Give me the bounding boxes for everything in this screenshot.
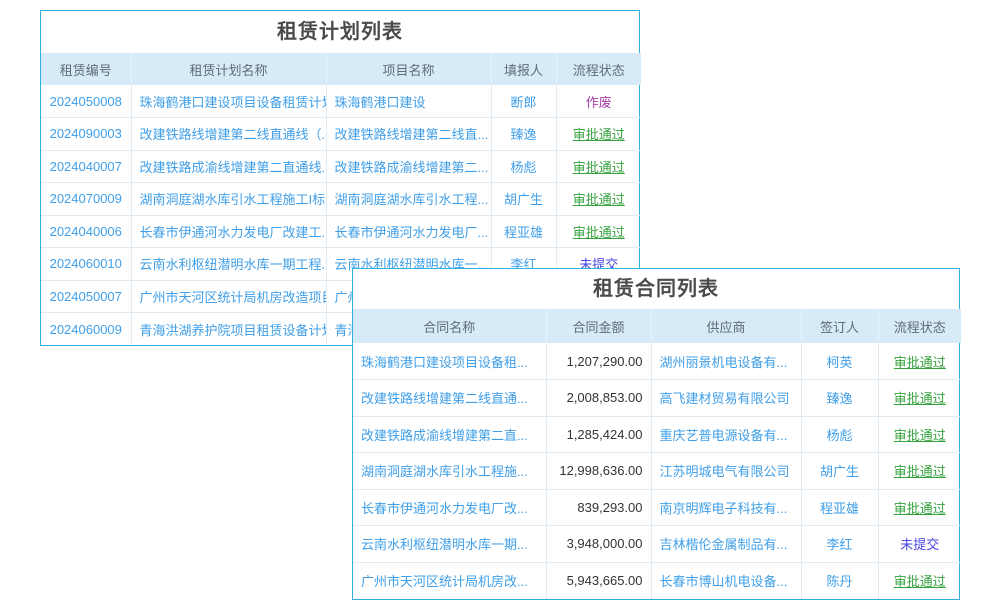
- table-row: 云南水利枢纽潜明水库一期... 3,948,000.00 吉林楷伦金属制品有... 李…: [353, 526, 961, 563]
- signer-cell[interactable]: 胡广生: [820, 464, 859, 479]
- column-header-plan-name: 租赁计划名称: [131, 53, 326, 85]
- table-row: 改建铁路线增建第二线直通... 2,008,853.00 高飞建材贸易有限公司 臻逸 审…: [353, 380, 961, 417]
- table-row: 珠海鹤港口建设项目设备租... 1,207,290.00 湖州丽景机电设备有... 柯…: [353, 343, 961, 380]
- process-status-cell[interactable]: 审批通过: [894, 464, 946, 479]
- lease-contract-header-row: 合同名称合同金额供应商签订人流程状态: [353, 309, 961, 343]
- project-name-cell[interactable]: 长春市伊通河水力发电厂...: [335, 225, 489, 240]
- table-row: 改建铁路成渝线增建第二直... 1,285,424.00 重庆艺普电源设备有... 杨…: [353, 416, 961, 453]
- project-name-cell[interactable]: 湖南洞庭湖水库引水工程...: [335, 192, 489, 207]
- process-status-cell[interactable]: 审批通过: [573, 225, 625, 240]
- contract-name-cell[interactable]: 湖南洞庭湖水库引水工程施...: [361, 464, 528, 479]
- filler-cell[interactable]: 臻逸: [510, 127, 536, 142]
- plan-name-cell[interactable]: 广州市天河区统计局机房改造项目: [140, 290, 327, 305]
- table-row: 广州市天河区统计局机房改... 5,943,665.00 长春市博山机电设备... 陈…: [353, 562, 961, 599]
- plan-name-cell[interactable]: 云南水利枢纽潜明水库一期工程...: [140, 257, 327, 272]
- lease-id-cell[interactable]: 2024040006: [50, 224, 122, 239]
- column-header-lease-id: 租赁编号: [41, 53, 131, 85]
- project-name-cell[interactable]: 珠海鹤港口建设: [335, 95, 426, 110]
- contract-amount-cell: 12,998,636.00: [559, 463, 642, 478]
- contract-amount-cell: 2,008,853.00: [567, 390, 643, 405]
- lease-id-cell[interactable]: 2024070009: [50, 191, 122, 206]
- lease-plan-panel-title: 租赁计划列表: [41, 11, 639, 53]
- contract-amount-cell: 839,293.00: [577, 500, 642, 515]
- column-header-signer: 签订人: [801, 309, 878, 343]
- plan-name-cell[interactable]: 改建铁路成渝线增建第二直通线...: [140, 160, 327, 175]
- filler-cell[interactable]: 程亚雄: [504, 225, 543, 240]
- filler-cell[interactable]: 断郎: [510, 95, 536, 110]
- filler-cell[interactable]: 杨彪: [510, 160, 536, 175]
- table-row: 长春市伊通河水力发电厂改... 839,293.00 南京明辉电子科技有... 程亚雄…: [353, 489, 961, 526]
- contract-amount-cell: 1,207,290.00: [567, 354, 643, 369]
- filler-cell[interactable]: 胡广生: [504, 192, 543, 207]
- contract-amount-cell: 3,948,000.00: [567, 536, 643, 551]
- process-status-cell[interactable]: 审批通过: [573, 192, 625, 207]
- process-status-cell[interactable]: 审批通过: [573, 160, 625, 175]
- process-status-cell[interactable]: 审批通过: [894, 355, 946, 370]
- supplier-cell[interactable]: 吉林楷伦金属制品有...: [660, 537, 788, 552]
- signer-cell[interactable]: 陈丹: [826, 574, 852, 589]
- lease-id-cell[interactable]: 2024040007: [50, 159, 122, 174]
- signer-cell[interactable]: 李红: [826, 537, 852, 552]
- process-status-cell[interactable]: 审批通过: [894, 501, 946, 516]
- supplier-cell[interactable]: 长春市博山机电设备...: [660, 574, 788, 589]
- column-header-project-name: 项目名称: [326, 53, 491, 85]
- signer-cell[interactable]: 臻逸: [826, 391, 852, 406]
- column-header-process-status: 流程状态: [878, 309, 961, 343]
- column-header-filler: 填报人: [491, 53, 556, 85]
- lease-id-cell[interactable]: 2024050008: [50, 94, 122, 109]
- process-status-cell[interactable]: 审批通过: [894, 574, 946, 589]
- table-row: 湖南洞庭湖水库引水工程施... 12,998,636.00 江苏明城电气有限公司 胡广…: [353, 453, 961, 490]
- contract-amount-cell: 1,285,424.00: [567, 427, 643, 442]
- table-row: 2024050008 珠海鹤港口建设项目设备租赁计划珠海鹤港口建设 断郎 作废: [41, 85, 641, 118]
- supplier-cell[interactable]: 高飞建材贸易有限公司: [660, 391, 790, 406]
- lease-plan-header-row: 租赁编号租赁计划名称项目名称填报人流程状态: [41, 53, 641, 85]
- process-status-cell[interactable]: 审批通过: [573, 127, 625, 142]
- contract-amount-cell: 5,943,665.00: [567, 573, 643, 588]
- lease-id-cell[interactable]: 2024050007: [50, 289, 122, 304]
- table-row: 2024040006 长春市伊通河水力发电厂改建工... 长春市伊通河水力发电厂..…: [41, 215, 641, 248]
- contract-name-cell[interactable]: 广州市天河区统计局机房改...: [361, 574, 528, 589]
- supplier-cell[interactable]: 南京明辉电子科技有...: [660, 501, 788, 516]
- signer-cell[interactable]: 程亚雄: [820, 501, 859, 516]
- plan-name-cell[interactable]: 青海洪湖养护院项目租赁设备计划: [140, 323, 327, 338]
- column-header-process-status: 流程状态: [556, 53, 641, 85]
- column-header-contract-name: 合同名称: [353, 309, 546, 343]
- signer-cell[interactable]: 柯英: [826, 355, 852, 370]
- plan-name-cell[interactable]: 珠海鹤港口建设项目设备租赁计划: [140, 95, 327, 110]
- contract-name-cell[interactable]: 长春市伊通河水力发电厂改...: [361, 501, 528, 516]
- lease-contract-list-panel: 租赁合同列表 合同名称合同金额供应商签订人流程状态 珠海鹤港口建设项目设备租..…: [352, 268, 960, 600]
- supplier-cell[interactable]: 湖州丽景机电设备有...: [660, 355, 788, 370]
- lease-id-cell[interactable]: 2024090003: [50, 126, 122, 141]
- process-status-cell[interactable]: 审批通过: [894, 428, 946, 443]
- signer-cell[interactable]: 杨彪: [826, 428, 852, 443]
- column-header-contract-amount: 合同金额: [546, 309, 651, 343]
- process-status-cell[interactable]: 未提交: [900, 537, 939, 552]
- project-name-cell[interactable]: 改建铁路成渝线增建第二...: [335, 160, 489, 175]
- lease-contract-table: 合同名称合同金额供应商签订人流程状态 珠海鹤港口建设项目设备租... 1,207,…: [353, 309, 961, 599]
- plan-name-cell[interactable]: 长春市伊通河水力发电厂改建工...: [140, 225, 327, 240]
- table-row: 2024040007 改建铁路成渝线增建第二直通线... 改建铁路成渝线增建第二..…: [41, 150, 641, 183]
- table-row: 2024090003 改建铁路线增建第二线直通线（... 改建铁路线增建第二线直..…: [41, 118, 641, 151]
- plan-name-cell[interactable]: 改建铁路线增建第二线直通线（...: [140, 127, 327, 142]
- lease-id-cell[interactable]: 2024060010: [50, 256, 122, 271]
- contract-name-cell[interactable]: 云南水利枢纽潜明水库一期...: [361, 537, 528, 552]
- plan-name-cell[interactable]: 湖南洞庭湖水库引水工程施工I标...: [140, 192, 327, 207]
- supplier-cell[interactable]: 江苏明城电气有限公司: [660, 464, 790, 479]
- table-row: 2024070009 湖南洞庭湖水库引水工程施工I标... 湖南洞庭湖水库引水工程.…: [41, 183, 641, 216]
- lease-id-cell[interactable]: 2024060009: [50, 322, 122, 337]
- column-header-supplier: 供应商: [651, 309, 801, 343]
- project-name-cell[interactable]: 改建铁路线增建第二线直...: [335, 127, 489, 142]
- process-status-cell[interactable]: 作废: [586, 95, 612, 110]
- lease-contract-panel-title: 租赁合同列表: [353, 269, 959, 309]
- contract-name-cell[interactable]: 改建铁路成渝线增建第二直...: [361, 428, 528, 443]
- contract-name-cell[interactable]: 改建铁路线增建第二线直通...: [361, 391, 528, 406]
- process-status-cell[interactable]: 审批通过: [894, 391, 946, 406]
- supplier-cell[interactable]: 重庆艺普电源设备有...: [660, 428, 788, 443]
- contract-name-cell[interactable]: 珠海鹤港口建设项目设备租...: [361, 355, 528, 370]
